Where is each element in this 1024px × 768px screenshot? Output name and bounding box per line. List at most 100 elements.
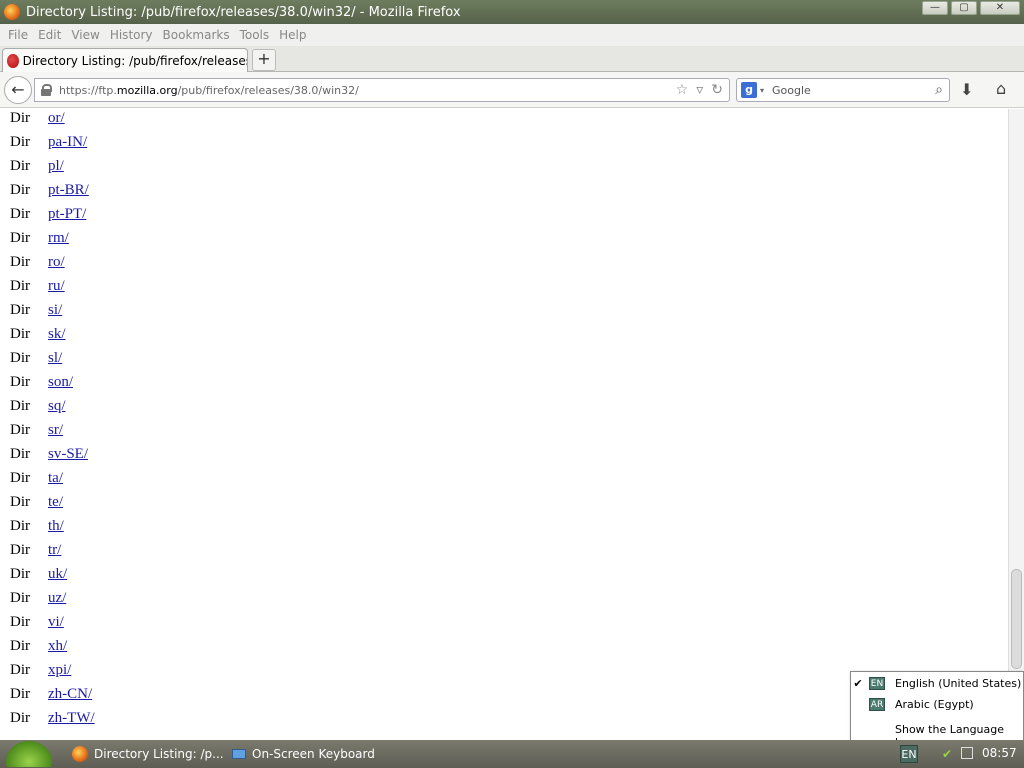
- listing-row: Dir th/: [10, 514, 64, 538]
- menu-bookmarks[interactable]: Bookmarks: [163, 28, 230, 42]
- search-icon[interactable]: ⌕: [935, 82, 943, 98]
- directory-link[interactable]: ru/: [48, 278, 65, 295]
- search-engine-dropdown-icon[interactable]: ▾: [760, 86, 764, 95]
- url-domain: mozilla.org: [116, 83, 178, 97]
- directory-link[interactable]: zh-CN/: [48, 686, 92, 703]
- window-controls: — ▢ ✕: [922, 1, 1020, 15]
- directory-link[interactable]: pt-PT/: [48, 206, 86, 223]
- directory-link[interactable]: uz/: [48, 590, 66, 607]
- entry-type: Dir: [10, 301, 30, 318]
- menu-history[interactable]: History: [110, 28, 153, 42]
- listing-row: Dir pl/: [10, 154, 64, 178]
- minimize-button[interactable]: —: [922, 1, 948, 15]
- url-history-dropdown-icon[interactable]: ▿: [696, 82, 703, 98]
- firefox-icon: [72, 746, 88, 762]
- entry-type: Dir: [10, 373, 30, 390]
- directory-link[interactable]: zh-TW/: [48, 710, 95, 727]
- directory-link[interactable]: sr/: [48, 422, 63, 439]
- menu-help[interactable]: Help: [279, 28, 306, 42]
- menu-view[interactable]: View: [71, 28, 99, 42]
- tab-strip: Directory Listing: /pub/firefox/releases…: [0, 46, 1024, 73]
- scrollbar-thumb[interactable]: [1011, 569, 1022, 669]
- url-bar-icons: ☆ ▿ ↻: [676, 82, 723, 98]
- clock: 08:57: [982, 746, 1017, 760]
- taskbar: Directory Listing: /p... On-Screen Keybo…: [0, 740, 1024, 768]
- back-button[interactable]: ←: [4, 76, 32, 104]
- listing-row: Dir ru/: [10, 274, 65, 298]
- listing-row: Dir vi/: [10, 610, 64, 634]
- entry-type: Dir: [10, 565, 30, 582]
- entry-type: Dir: [10, 445, 30, 462]
- listing-row: Dir sv-SE/: [10, 442, 88, 466]
- directory-link[interactable]: xpi/: [48, 662, 71, 679]
- directory-link[interactable]: te/: [48, 494, 63, 511]
- search-bar[interactable]: g ▾ Google ⌕: [736, 78, 950, 102]
- directory-link[interactable]: vi/: [48, 614, 64, 631]
- vertical-scrollbar[interactable]: [1008, 109, 1024, 738]
- menu-bar: File Edit View History Bookmarks Tools H…: [0, 24, 1024, 46]
- listing-row: Dir zh-CN/: [10, 682, 92, 706]
- downloads-icon[interactable]: ⬇: [960, 80, 973, 99]
- language-option-arabic[interactable]: AR Arabic (Egypt): [851, 694, 1023, 714]
- url-prefix: https://ftp.: [59, 83, 117, 97]
- directory-link[interactable]: pt-BR/: [48, 182, 89, 199]
- directory-link[interactable]: uk/: [48, 566, 67, 583]
- directory-link[interactable]: rm/: [48, 230, 69, 247]
- directory-link[interactable]: or/: [48, 110, 65, 127]
- home-icon[interactable]: ⌂: [996, 79, 1006, 98]
- url-text[interactable]: https://ftp.mozilla.org/pub/firefox/rele…: [59, 84, 359, 97]
- language-option-english[interactable]: ✔ EN English (United States): [851, 673, 1023, 693]
- tab-directory-listing[interactable]: Directory Listing: /pub/firefox/releases…: [2, 48, 248, 73]
- listing-row: Dir uk/: [10, 562, 67, 586]
- close-button[interactable]: ✕: [980, 1, 1020, 15]
- entry-type: Dir: [10, 493, 30, 510]
- directory-link[interactable]: pl/: [48, 158, 64, 175]
- listing-row: Dir tr/: [10, 538, 61, 562]
- directory-link[interactable]: tr/: [48, 542, 61, 559]
- directory-link[interactable]: son/: [48, 374, 73, 391]
- language-indicator[interactable]: EN: [900, 745, 918, 763]
- listing-row: Dir xh/: [10, 634, 67, 658]
- listing-row: Dir sr/: [10, 418, 63, 442]
- search-input[interactable]: Google: [772, 84, 811, 97]
- entry-type: Dir: [10, 109, 30, 126]
- directory-link[interactable]: si/: [48, 302, 62, 319]
- navigation-toolbar: ← https://ftp.mozilla.org/pub/firefox/re…: [0, 72, 1024, 108]
- taskbar-item-label: Directory Listing: /p...: [94, 747, 224, 761]
- taskbar-item-on-screen-keyboard[interactable]: On-Screen Keyboard: [232, 742, 375, 766]
- url-bar[interactable]: https://ftp.mozilla.org/pub/firefox/rele…: [34, 78, 730, 102]
- menu-tools[interactable]: Tools: [240, 28, 270, 42]
- directory-link[interactable]: sl/: [48, 350, 62, 367]
- keyboard-tray-icon[interactable]: [961, 747, 973, 759]
- directory-link[interactable]: sq/: [48, 398, 66, 415]
- directory-link[interactable]: th/: [48, 518, 64, 535]
- menu-edit[interactable]: Edit: [38, 28, 61, 42]
- google-engine-icon[interactable]: g: [741, 82, 757, 98]
- network-tray-icon[interactable]: ✔: [942, 747, 952, 761]
- directory-link[interactable]: sk/: [48, 326, 66, 343]
- directory-link[interactable]: xh/: [48, 638, 67, 655]
- tab-favicon-icon: [7, 54, 19, 68]
- maximize-button[interactable]: ▢: [951, 1, 977, 15]
- new-tab-button[interactable]: +: [252, 49, 276, 71]
- listing-row: Dir si/: [10, 298, 62, 322]
- check-icon: ✔: [853, 676, 863, 690]
- language-label: Arabic (Egypt): [895, 697, 974, 711]
- entry-type: Dir: [10, 181, 30, 198]
- listing-row: Dir pt-PT/: [10, 202, 86, 226]
- entry-type: Dir: [10, 709, 30, 726]
- page-content: Dir or/Dir pa-IN/Dir pl/Dir pt-BR/Dir pt-PT/D…: [0, 109, 1008, 738]
- firefox-icon: [4, 4, 20, 20]
- taskbar-item-label: On-Screen Keyboard: [252, 747, 375, 761]
- directory-link[interactable]: ta/: [48, 470, 63, 487]
- directory-link[interactable]: sv-SE/: [48, 446, 88, 463]
- directory-link[interactable]: pa-IN/: [48, 134, 87, 151]
- url-path: /pub/firefox/releases/38.0/win32/: [177, 83, 359, 97]
- taskbar-item-firefox[interactable]: Directory Listing: /p...: [72, 742, 224, 766]
- bookmark-star-icon[interactable]: ☆: [676, 82, 689, 98]
- directory-link[interactable]: ro/: [48, 254, 65, 271]
- reload-icon[interactable]: ↻: [711, 82, 723, 98]
- lock-icon: [41, 84, 52, 96]
- menu-file[interactable]: File: [8, 28, 28, 42]
- start-menu-icon[interactable]: [6, 741, 52, 767]
